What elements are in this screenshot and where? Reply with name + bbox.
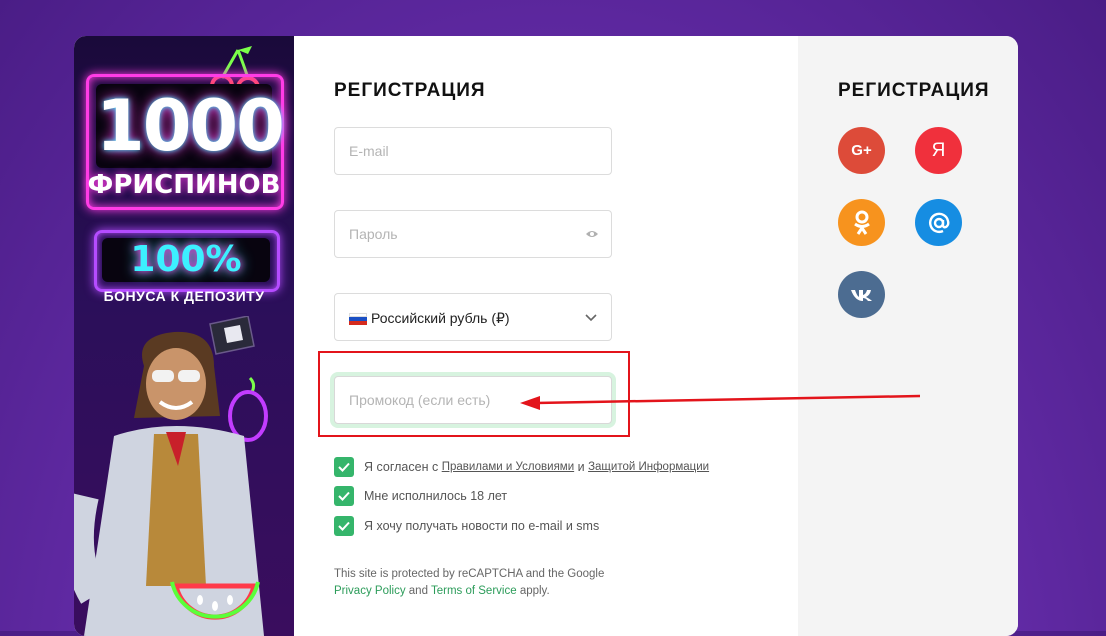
registration-modal: 1000 ФРИСПИНОВ 100% БОНУСА К ДЕПОЗИТУ РЕ… xyxy=(74,36,1018,636)
password-field-wrapper xyxy=(334,210,612,258)
odnoklassniki-button[interactable] xyxy=(838,199,885,246)
news-checkbox[interactable] xyxy=(334,516,354,536)
mail-ru-button[interactable] xyxy=(915,199,962,246)
currency-select[interactable]: Российский рубль (₽) xyxy=(334,293,612,341)
age-label: Мне исполнилось 18 лет xyxy=(364,489,508,503)
terms-checkbox[interactable] xyxy=(334,457,354,477)
yandex-button[interactable]: Я xyxy=(915,127,962,174)
privacy-policy-link[interactable]: Privacy Policy xyxy=(334,585,406,597)
social-registration: РЕГИСТРАЦИЯ G+ Я xyxy=(798,36,1018,636)
privacy-link[interactable]: Защитой Информации xyxy=(588,461,709,473)
terms-and: и xyxy=(577,460,585,474)
recaptcha-apply: apply. xyxy=(519,585,550,597)
email-field-wrapper xyxy=(334,127,612,175)
form-title: РЕГИСТРАЦИЯ xyxy=(334,80,486,101)
social-title: РЕГИСТРАЦИЯ xyxy=(838,80,990,101)
promo-bonus-text: БОНУСА К ДЕПОЗИТУ xyxy=(103,288,265,304)
terms-link[interactable]: Правилами и Условиями xyxy=(442,461,574,473)
google-plus-button[interactable]: G+ xyxy=(838,127,885,174)
recaptcha-text: This site is protected by reCAPTCHA and … xyxy=(334,568,605,580)
promo-banner: 1000 ФРИСПИНОВ 100% БОНУСА К ДЕПОЗИТУ xyxy=(74,36,294,636)
news-checkbox-row: Я хочу получать новости по e-mail и sms xyxy=(334,515,599,537)
promo-amount: 1000 xyxy=(96,84,285,168)
age-checkbox-row: Мне исполнилось 18 лет xyxy=(334,485,507,507)
google-plus-icon: G+ xyxy=(851,142,872,159)
yandex-icon: Я xyxy=(931,139,946,161)
check-icon xyxy=(338,491,350,501)
vk-button[interactable] xyxy=(838,271,885,318)
at-sign-icon xyxy=(928,212,949,233)
age-checkbox[interactable] xyxy=(334,486,354,506)
password-field[interactable] xyxy=(335,211,583,257)
vk-icon xyxy=(850,289,872,301)
terms-checkbox-row: Я согласен с Правилами и Условиями и Защ… xyxy=(334,456,709,478)
recaptcha-notice: This site is protected by reCAPTCHA and … xyxy=(334,566,634,600)
news-label: Я хочу получать новости по e-mail и sms xyxy=(364,519,600,533)
terms-prefix: Я согласен с xyxy=(364,460,439,474)
recaptcha-and: and xyxy=(408,585,428,597)
russia-flag-icon xyxy=(349,313,367,325)
check-icon xyxy=(338,521,350,531)
show-password-icon[interactable] xyxy=(585,229,599,239)
promo-freespins: ФРИСПИНОВ xyxy=(87,170,281,200)
odnoklassniki-icon xyxy=(853,210,870,235)
terms-of-service-link[interactable]: Terms of Service xyxy=(431,585,517,597)
annotation-highlight-box xyxy=(318,351,630,437)
email-field[interactable] xyxy=(335,128,583,174)
promo-percent: 100% xyxy=(102,238,270,282)
registration-form: РЕГИСТРАЦИЯ Российский рубль (₽) xyxy=(294,36,798,636)
currency-selected-value: Российский рубль (₽) xyxy=(371,310,510,326)
check-icon xyxy=(338,462,350,472)
chevron-down-icon xyxy=(585,314,597,322)
watermelon-icon xyxy=(170,581,260,620)
